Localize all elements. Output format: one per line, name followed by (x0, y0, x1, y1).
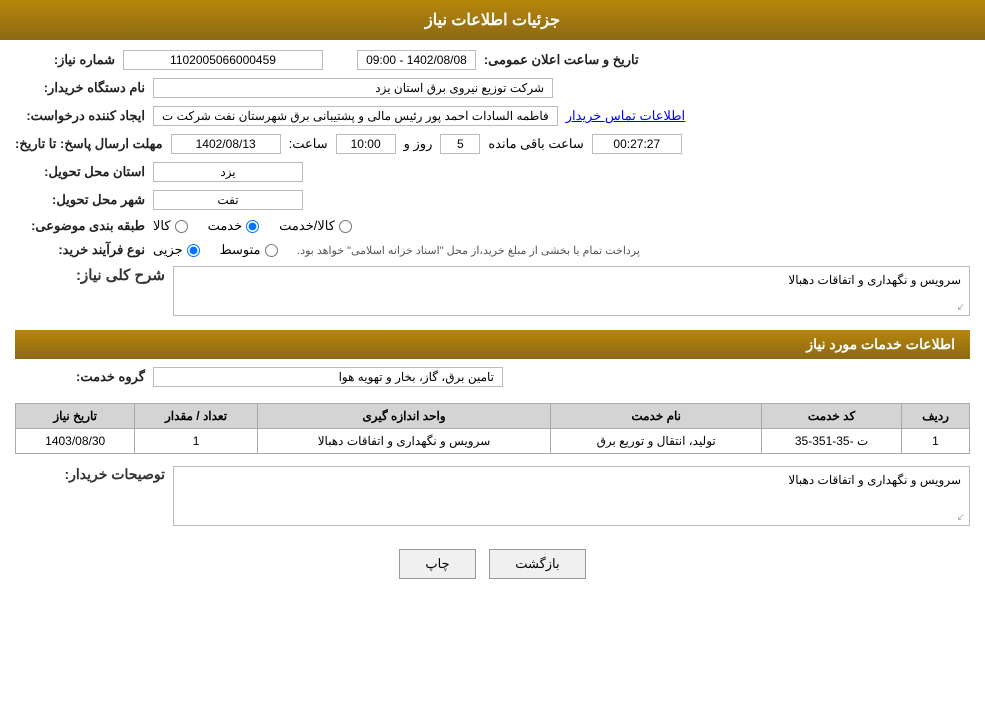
mohlat-rooz-value: 5 (440, 134, 480, 154)
noe-farayand-label: نوع فرآیند خرید: (15, 242, 145, 258)
services-table-head: ردیف کد خدمت نام خدمت واحد اندازه گیری ت… (16, 404, 970, 429)
cell-vahed: سرویس و نگهداری و اتفاقات دهبالا (257, 429, 551, 454)
radio-kala-khadamat-label: کالا/خدمت (279, 218, 335, 234)
row-nam-dastgah: شرکت توزیع نیروی برق استان یزد نام دستگا… (15, 78, 970, 98)
row-sharh-koli: سرویس و نگهداری و اتفاقات دهبالا ↙ شرح ک… (15, 266, 970, 316)
back-button[interactable]: بازگشت (489, 549, 585, 579)
cell-kod: ت -35-351-35 (762, 429, 902, 454)
radio-kala: کالا (153, 218, 188, 234)
cell-tedad: 1 (135, 429, 257, 454)
mohlat-date: 1402/08/13 (171, 134, 281, 154)
row-grohe-khadamat: تامین برق، گاز، بخار و تهویه هوا گروه خد… (15, 367, 970, 387)
services-table: ردیف کد خدمت نام خدمت واحد اندازه گیری ت… (15, 403, 970, 454)
col-kod: کد خدمت (762, 404, 902, 429)
mohlat-baqi-label: ساعت باقی مانده (488, 136, 583, 152)
radio-jozii: جزیی (153, 242, 200, 258)
mohlat-saat-label: ساعت: (289, 136, 328, 152)
mohlat-ersal-label: مهلت ارسال پاسخ: تا تاریخ: (15, 136, 163, 152)
row-noe-farayand: پرداخت تمام یا بخشی از مبلغ خرید،از محل … (15, 242, 970, 258)
page-wrapper: جزئیات اطلاعات نیاز تاریخ و ساعت اعلان ع… (0, 0, 985, 703)
radio-kala-khadamat: کالا/خدمت (279, 218, 352, 234)
khadamat-info-label: اطلاعات خدمات مورد نیاز (806, 336, 955, 352)
ostan-value: یزد (153, 162, 303, 182)
cell-tarikh: 1403/08/30 (16, 429, 135, 454)
row-tabaqe: کالا/خدمت خدمت کالا طبقه بندی موضوعی: (15, 218, 970, 234)
radio-motovaset-input[interactable] (265, 244, 278, 257)
tarikh-elan-label: تاریخ و ساعت اعلان عمومی: (484, 52, 639, 68)
tarikh-elan-value: 1402/08/08 - 09:00 (357, 50, 476, 70)
row-shomara-tarikh: تاریخ و ساعت اعلان عمومی: 1402/08/08 - 0… (15, 50, 970, 70)
noe-desc: پرداخت تمام یا بخشی از مبلغ خرید،از محل … (297, 244, 640, 257)
table-row: 1 ت -35-351-35 تولید، انتقال و توریع برق… (16, 429, 970, 454)
col-tedad: تعداد / مقدار (135, 404, 257, 429)
services-table-header-row: ردیف کد خدمت نام خدمت واحد اندازه گیری ت… (16, 404, 970, 429)
khadamat-info-header: اطلاعات خدمات مورد نیاز (15, 330, 970, 359)
cell-nam: تولید، انتقال و توریع برق (551, 429, 762, 454)
nam-dastgah-label: نام دستگاه خریدار: (15, 80, 145, 96)
cell-radif: 1 (902, 429, 970, 454)
mohlat-saat-value: 10:00 (336, 134, 396, 154)
description-value: سرویس و نگهداری و اتفاقات دهبالا (788, 473, 961, 487)
button-area: بازگشت چاپ (15, 549, 970, 579)
mohlat-rooz-label: روز و (404, 136, 433, 152)
shahr-value: تفت (153, 190, 303, 210)
services-table-body: 1 ت -35-351-35 تولید، انتقال و توریع برق… (16, 429, 970, 454)
radio-khadamat-label: خدمت (208, 218, 243, 234)
radio-kala-input[interactable] (175, 220, 188, 233)
row-shahr: تفت شهر محل تحویل: (15, 190, 970, 210)
radio-jozii-label: جزیی (153, 242, 183, 258)
radio-motovaset: متوسط (220, 242, 278, 258)
grohe-khadamat-value: تامین برق، گاز، بخار و تهویه هوا (153, 367, 503, 387)
row-mohlat: 00:27:27 ساعت باقی مانده 5 روز و 10:00 س… (15, 134, 970, 154)
radio-khadamat: خدمت (208, 218, 260, 234)
ijad-konande-label: ایجاد کننده درخواست: (15, 108, 145, 124)
main-layout: تاریخ و ساعت اعلان عمومی: 1402/08/08 - 0… (0, 40, 985, 604)
row-description: سرویس و نگهداری و اتفاقات دهبالا ↙ توصیح… (15, 466, 970, 526)
grohe-khadamat-label: گروه خدمت: (15, 369, 145, 385)
ijad-konande-value: فاطمه السادات احمد پور رئیس مالی و پشتیب… (153, 106, 558, 126)
page-header: جزئیات اطلاعات نیاز (0, 0, 985, 40)
tabaqe-radio-group: کالا/خدمت خدمت کالا (153, 218, 352, 234)
mohlat-baqi-value: 00:27:27 (592, 134, 682, 154)
col-vahed: واحد اندازه گیری (257, 404, 551, 429)
ostan-label: استان محل تحویل: (15, 164, 145, 180)
row-ostan: یزد استان محل تحویل: (15, 162, 970, 182)
sharh-koli-value: سرویس و نگهداری و اتفاقات دهبالا (788, 273, 961, 287)
ijad-konande-link[interactable]: اطلاعات تماس خریدار (566, 108, 685, 124)
description-label: توصیحات خریدار: (15, 466, 165, 483)
shahr-label: شهر محل تحویل: (15, 192, 145, 208)
row-ijad-konande: اطلاعات تماس خریدار فاطمه السادات احمد پ… (15, 106, 970, 126)
sharh-koli-label: شرح کلی نیاز: (15, 266, 165, 284)
print-button[interactable]: چاپ (399, 549, 475, 579)
radio-jozii-input[interactable] (187, 244, 200, 257)
shomara-niaz-value: 1102005066000459 (123, 50, 323, 70)
radio-khadamat-input[interactable] (246, 220, 259, 233)
tabaqe-label: طبقه بندی موضوعی: (15, 218, 145, 234)
shomara-niaz-label: شماره نیاز: (15, 52, 115, 68)
nam-dastgah-value: شرکت توزیع نیروی برق استان یزد (153, 78, 553, 98)
noe-radio-group: متوسط جزیی (153, 242, 278, 258)
radio-kala-khadamat-input[interactable] (339, 220, 352, 233)
col-nam: نام خدمت (551, 404, 762, 429)
radio-kala-label: کالا (153, 218, 171, 234)
col-radif: ردیف (902, 404, 970, 429)
radio-motovaset-label: متوسط (220, 242, 261, 258)
page-title: جزئیات اطلاعات نیاز (425, 12, 560, 29)
col-tarikh: تاریخ نیاز (16, 404, 135, 429)
